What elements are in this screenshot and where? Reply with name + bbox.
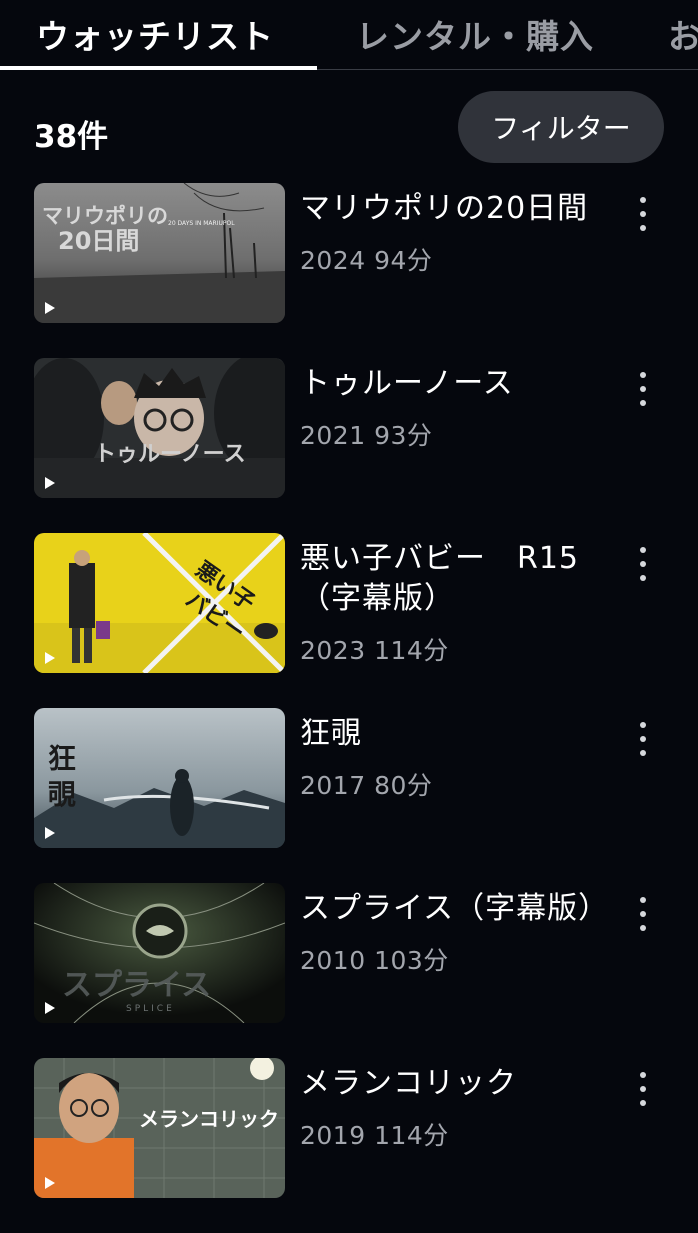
item-meta: 2010 103分 <box>300 941 449 977</box>
item-title: 狂覗 <box>300 716 362 751</box>
item-year: 2021 <box>300 421 366 450</box>
svg-text:狂: 狂 <box>48 742 76 775</box>
more-vertical-icon[interactable] <box>632 547 654 581</box>
tab-rental-purchase[interactable]: レンタル・購入 <box>356 10 594 58</box>
item-duration: 80分 <box>374 771 433 800</box>
item-duration: 93分 <box>374 421 433 450</box>
item-duration: 103分 <box>374 946 449 975</box>
list-item[interactable]: 狂 覗 狂覗 2017 80分 <box>0 708 698 883</box>
play-icon <box>45 477 55 489</box>
item-title: 悪い子バビー R15（字幕版） <box>300 541 580 616</box>
item-year: 2023 <box>300 636 366 665</box>
thumbnail[interactable]: スプライス SPLICE <box>34 883 285 1023</box>
item-meta: 2019 114分 <box>300 1116 449 1152</box>
svg-text:SPLICE: SPLICE <box>126 1004 175 1014</box>
svg-text:トゥルーノース: トゥルーノース <box>94 442 246 467</box>
item-duration: 114分 <box>374 636 449 665</box>
more-vertical-icon[interactable] <box>632 722 654 756</box>
item-count: 38件 <box>34 119 109 155</box>
play-icon <box>45 302 55 314</box>
thumbnail[interactable]: マリウポリの 20日間 20 DAYS IN MARIUPOL <box>34 183 285 323</box>
item-meta: 2021 93分 <box>300 416 432 452</box>
svg-text:覗: 覗 <box>48 778 76 811</box>
active-tab-indicator <box>0 66 317 70</box>
play-icon <box>45 827 55 839</box>
watchlist: マリウポリの 20日間 20 DAYS IN MARIUPOL マリウポリの20… <box>0 183 698 1233</box>
svg-text:マリウポリの: マリウポリの <box>42 204 168 228</box>
more-vertical-icon[interactable] <box>632 197 654 231</box>
more-vertical-icon[interactable] <box>632 372 654 406</box>
svg-text:20 DAYS IN MARIUPOL: 20 DAYS IN MARIUPOL <box>168 220 235 227</box>
thumbnail[interactable]: 悪い子 バビー <box>34 533 285 673</box>
play-icon <box>45 1002 55 1014</box>
svg-text:メランコリック: メランコリック <box>139 1107 279 1131</box>
tab-bar: ウォッチリスト レンタル・購入 お <box>0 0 698 70</box>
thumbnail[interactable]: メランコリック <box>34 1058 285 1198</box>
tab-partial[interactable]: お <box>668 10 698 58</box>
item-duration: 94分 <box>374 246 433 275</box>
thumbnail[interactable]: 狂 覗 <box>34 708 285 848</box>
list-item[interactable]: トゥルーノース トゥルーノース 2021 93分 <box>0 358 698 533</box>
item-year: 2019 <box>300 1121 366 1150</box>
item-duration: 114分 <box>374 1121 449 1150</box>
item-title: スプライス（字幕版） <box>300 891 610 926</box>
item-meta: 2017 80分 <box>300 766 432 802</box>
item-title: メランコリック <box>300 1066 517 1101</box>
more-vertical-icon[interactable] <box>632 897 654 931</box>
item-year: 2010 <box>300 946 366 975</box>
play-icon <box>45 652 55 664</box>
item-title: マリウポリの20日間 <box>300 191 589 226</box>
svg-text:20日間: 20日間 <box>58 227 139 255</box>
list-item[interactable]: マリウポリの 20日間 20 DAYS IN MARIUPOL マリウポリの20… <box>0 183 698 358</box>
play-icon <box>45 1177 55 1189</box>
item-meta: 2023 114分 <box>300 631 449 667</box>
item-year: 2024 <box>300 246 366 275</box>
filter-button[interactable]: フィルター <box>458 91 664 163</box>
thumbnail[interactable]: トゥルーノース <box>34 358 285 498</box>
more-vertical-icon[interactable] <box>632 1072 654 1106</box>
item-year: 2017 <box>300 771 366 800</box>
item-meta: 2024 94分 <box>300 241 432 277</box>
list-item[interactable]: メランコリック メランコリック 2019 114分 <box>0 1058 698 1233</box>
list-item[interactable]: スプライス SPLICE スプライス（字幕版） 2010 103分 <box>0 883 698 1058</box>
item-title: トゥルーノース <box>300 366 514 401</box>
list-item[interactable]: 悪い子 バビー 悪い子バビー R15（字幕版） 2023 114分 <box>0 533 698 708</box>
svg-text:スプライス: スプライス <box>62 968 211 1003</box>
tab-watchlist[interactable]: ウォッチリスト <box>36 10 274 58</box>
